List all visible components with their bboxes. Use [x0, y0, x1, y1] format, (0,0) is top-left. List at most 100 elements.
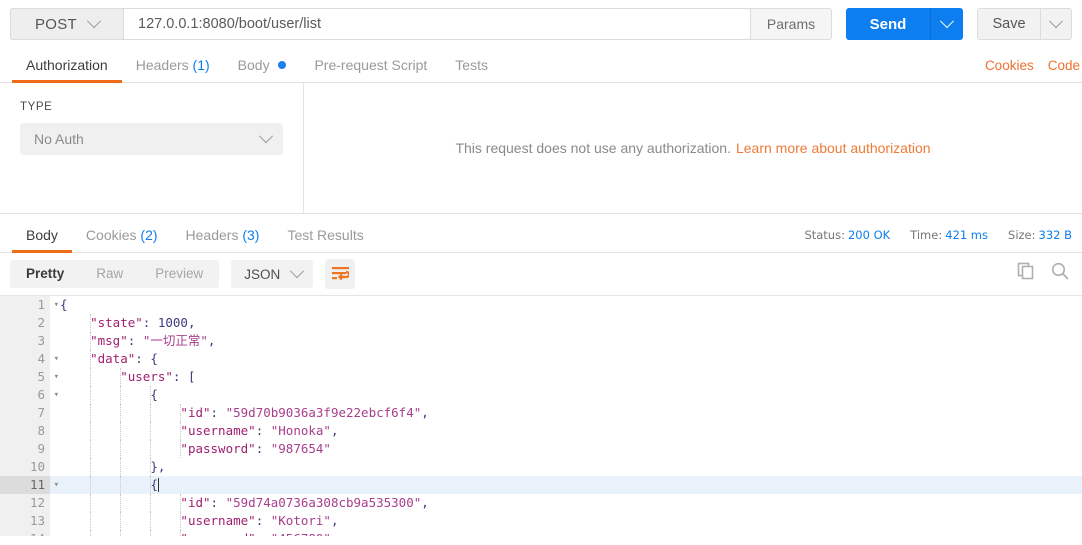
indent-guide — [90, 494, 91, 512]
size-badge: Size: 332 B — [1008, 228, 1072, 242]
status-badge: Status: 200 OK — [804, 228, 890, 242]
view-mode-raw[interactable]: Raw — [80, 260, 139, 288]
response-tab-cookies[interactable]: Cookies (2) — [72, 227, 172, 252]
code-token: { — [150, 387, 158, 402]
code-line[interactable]: 6 ▾ { — [0, 386, 1082, 404]
code-line[interactable]: 12 "id": "59d74a0736a308cb9a535300", — [0, 494, 1082, 512]
params-button[interactable]: Params — [750, 8, 832, 40]
auth-type-select[interactable]: No Auth — [20, 123, 283, 155]
request-tabs: Authorization Headers (1) Body Pre-reque… — [0, 46, 1082, 83]
type-label: TYPE — [20, 101, 53, 113]
indent-guide — [120, 476, 121, 494]
tab-body[interactable]: Body — [224, 57, 301, 82]
code-line-text: "username": "Kotori", — [50, 512, 1082, 530]
authorization-pane: TYPE No Auth This request does not use a… — [0, 83, 1082, 214]
code-token: : — [210, 495, 226, 510]
view-mode-preview[interactable]: Preview — [139, 260, 219, 288]
response-body-toolbar: Pretty Raw Preview JSON — [0, 253, 1082, 295]
word-wrap-button[interactable] — [325, 259, 356, 289]
indent-guide — [90, 314, 91, 332]
tab-pre-request-script[interactable]: Pre-request Script — [300, 57, 441, 82]
tab-count: (2) — [140, 227, 158, 243]
code-token: "data" — [90, 351, 136, 366]
tab-label: Pre-request Script — [314, 57, 428, 73]
code-line[interactable]: 3 "msg": "一切正常", — [0, 332, 1082, 350]
code-line[interactable]: 4 ▾ "data": { — [0, 350, 1082, 368]
save-options-button[interactable] — [1040, 8, 1072, 40]
code-token: "987654" — [270, 441, 331, 456]
indent-guide — [90, 476, 91, 494]
indent-guide — [90, 422, 91, 440]
response-body-viewer[interactable]: 1 ▾{2 "state": 1000, 3 "msg": "一切正常", 4 ▾ "d… — [0, 295, 1082, 536]
response-tab-test-results[interactable]: Test Results — [273, 227, 377, 252]
language-select[interactable]: JSON — [231, 260, 314, 288]
status-label: Status: — [804, 228, 845, 242]
code-line[interactable]: 8 "username": "Honoka", — [0, 422, 1082, 440]
response-tab-body[interactable]: Body — [12, 227, 72, 253]
response-tab-headers[interactable]: Headers (3) — [172, 227, 274, 252]
authorization-message-text: This request does not use any authorizat… — [455, 140, 731, 156]
request-tab-links: Cookies Code — [985, 58, 1082, 73]
send-button-group: Send — [846, 8, 963, 40]
code-line[interactable]: 5 ▾ "users": [ — [0, 368, 1082, 386]
code-token: "id" — [180, 495, 211, 510]
indent-guide — [180, 530, 181, 536]
code-line[interactable]: 13 "username": "Kotori", — [0, 512, 1082, 530]
code-token: "password" — [180, 531, 255, 536]
code-link[interactable]: Code — [1048, 58, 1080, 73]
line-number: 3 — [0, 332, 50, 350]
code-token: : [ — [172, 369, 196, 384]
code-token: : { — [135, 351, 158, 366]
line-number: 1 ▾ — [0, 296, 59, 314]
save-button-group: Save — [977, 8, 1072, 40]
send-options-button[interactable] — [930, 8, 963, 40]
code-token: : — [210, 405, 226, 420]
view-mode-pretty[interactable]: Pretty — [10, 260, 80, 288]
copy-icon — [1017, 262, 1034, 280]
code-token: : — [142, 315, 158, 330]
tab-label: Test Results — [287, 227, 364, 243]
http-method-select[interactable]: POST — [10, 8, 123, 40]
size-value: 332 B — [1038, 228, 1073, 242]
line-number: 2 — [0, 314, 50, 332]
code-line[interactable]: 9 "password": "987654" — [0, 440, 1082, 458]
tab-label: Headers — [135, 57, 189, 73]
code-token: "id" — [180, 405, 211, 420]
code-token: , — [207, 333, 216, 348]
tab-count: (3) — [242, 227, 260, 243]
code-line[interactable]: 1 ▾{ — [0, 296, 1082, 314]
line-number: 11 ▾ — [0, 476, 59, 494]
line-number: 5 ▾ — [0, 368, 59, 386]
code-line[interactable]: 2 "state": 1000, — [0, 314, 1082, 332]
tab-headers[interactable]: Headers (1) — [122, 57, 224, 82]
tab-authorization[interactable]: Authorization — [12, 57, 122, 83]
indent-guide — [90, 368, 91, 386]
tab-label: Authorization — [26, 57, 108, 73]
cookies-link[interactable]: Cookies — [985, 58, 1034, 73]
code-line[interactable]: 7 "id": "59d70b9036a3f9e22ebcf6f4", — [0, 404, 1082, 422]
send-button[interactable]: Send — [846, 8, 930, 40]
code-token: "username" — [180, 513, 256, 528]
code-token: { — [60, 297, 68, 312]
code-token: "Kotori" — [270, 513, 331, 528]
tab-tests[interactable]: Tests — [441, 57, 502, 82]
indent-guide — [150, 422, 151, 440]
code-token: "password" — [180, 441, 256, 456]
code-line-text: "id": "59d74a0736a308cb9a535300", — [50, 494, 1082, 512]
text-cursor — [157, 478, 159, 492]
search-button[interactable] — [1050, 261, 1070, 281]
tab-label: Tests — [455, 57, 488, 73]
chevron-down-icon — [939, 14, 955, 29]
search-icon — [1051, 262, 1069, 280]
tab-count: (1) — [192, 57, 210, 73]
code-token: "Honoka" — [270, 423, 331, 438]
code-line[interactable]: 10 }, — [0, 458, 1082, 476]
code-line[interactable]: 14 "password": "456789" — [0, 530, 1082, 536]
save-button[interactable]: Save — [977, 8, 1040, 40]
code-line[interactable]: 11 ▾ { — [0, 476, 1082, 494]
learn-more-link[interactable]: Learn more about authorization — [736, 140, 931, 156]
indent-guide — [150, 512, 151, 530]
indent-guide — [90, 404, 91, 422]
copy-button[interactable] — [1016, 261, 1036, 281]
url-input[interactable]: 127.0.0.1:8080/boot/user/list — [123, 8, 750, 40]
